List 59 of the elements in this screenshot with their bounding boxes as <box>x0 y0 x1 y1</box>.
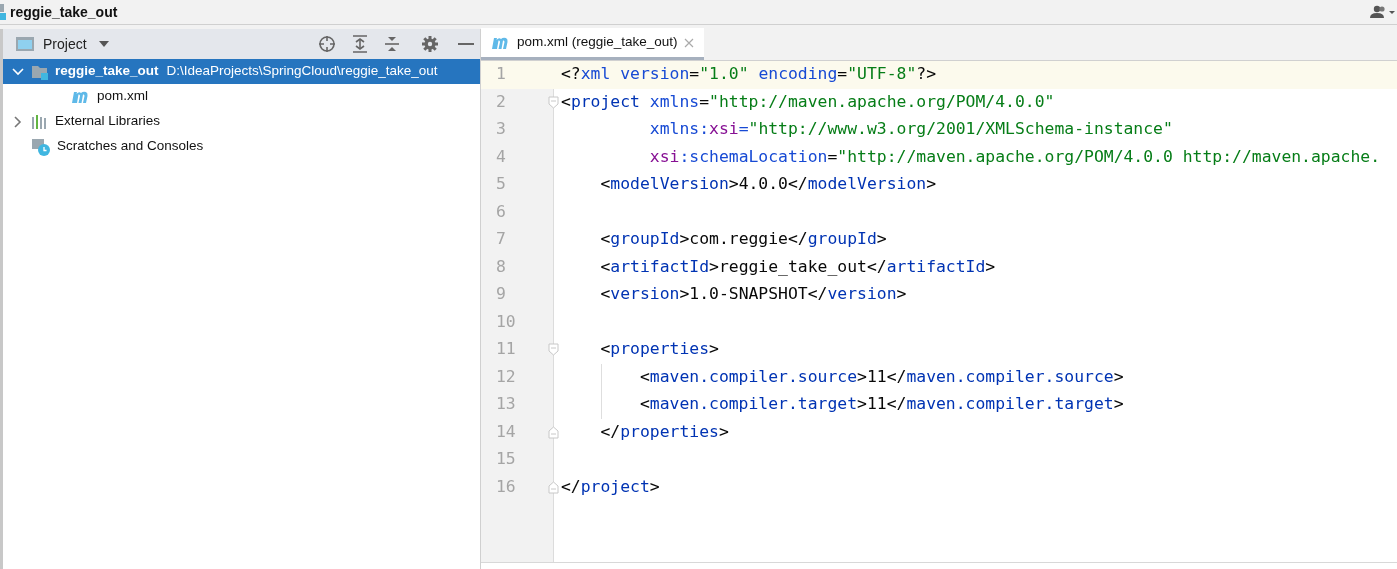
line-number: 16 <box>496 475 517 498</box>
minimize-icon[interactable] <box>458 42 474 46</box>
code-line: xmlns:xsi="http://www.w3.org/2001/XMLSchema-instance" <box>648 118 1173 141</box>
code-line: xsi:schemaLocation="http://maven.apache.org/POM/4.0.0 http://maven.apache. <box>648 145 1381 168</box>
line-number: 14 <box>496 420 517 443</box>
tree-item[interactable]: External Libraries <box>3 109 480 134</box>
line-number: 7 <box>496 228 507 251</box>
code-line: <maven.compiler.target>11</maven.compiler.target> <box>638 393 1124 416</box>
line-number: 10 <box>496 310 517 333</box>
collapse-all-icon[interactable] <box>384 35 400 53</box>
code-line: </properties> <box>599 420 729 443</box>
library-icon <box>31 113 49 130</box>
item-label: pom.xml <box>97 87 148 106</box>
fold-marker-icon[interactable] <box>548 425 559 439</box>
item-label: reggie_take_out <box>55 62 159 81</box>
code-line: <?xml version="1.0" encoding="UTF-8"?> <box>561 63 937 86</box>
code-line: <version>1.0-SNAPSHOT</version> <box>599 283 907 306</box>
chevron-right-icon[interactable] <box>14 115 22 128</box>
line-number: 4 <box>496 145 507 168</box>
line-number: 15 <box>496 448 517 471</box>
expand-all-icon[interactable] <box>352 35 368 53</box>
line-number: 1 <box>496 63 507 86</box>
project-view-dropdown[interactable]: Project <box>41 33 111 55</box>
line-number: 2 <box>496 90 507 113</box>
fold-marker-icon[interactable] <box>548 480 559 494</box>
code-line: <artifactId>reggie_take_out</artifactId> <box>599 255 996 278</box>
code-line: </project> <box>561 475 660 498</box>
tree-item[interactable]: pom.xml <box>3 84 480 109</box>
code-line: <modelVersion>4.0.0</modelVersion> <box>599 173 936 196</box>
chevron-down-icon[interactable] <box>12 67 24 76</box>
code-line: <groupId>com.reggie</groupId> <box>599 228 887 251</box>
window-title: reggie_take_out <box>10 2 118 22</box>
window-icon <box>15 36 35 52</box>
line-number: 9 <box>496 283 507 306</box>
tree-item[interactable]: Scratches and Consoles <box>3 134 480 159</box>
line-number: 3 <box>496 118 507 141</box>
line-number: 11 <box>496 338 517 361</box>
crosshair-icon[interactable] <box>318 35 336 53</box>
item-label: Scratches and Consoles <box>57 137 204 156</box>
code-line: <maven.compiler.source>11</maven.compiler.source> <box>638 365 1124 388</box>
line-number: 8 <box>496 255 507 278</box>
project-icon <box>0 4 6 20</box>
caret-icon <box>98 41 109 47</box>
line-number: 12 <box>496 365 517 388</box>
line-number: 5 <box>496 173 507 196</box>
line-number: 13 <box>496 393 517 416</box>
fold-marker-icon[interactable] <box>548 343 559 356</box>
item-path: D:\IdeaProjects\SpringCloud\reggie_take_out <box>166 62 438 81</box>
line-number: 6 <box>496 200 507 223</box>
code-line: <project xmlns="http://maven.apache.org/POM/4.0.0" <box>561 90 1055 113</box>
editor-tab[interactable]: pom.xml (reggie_take_out) <box>481 28 704 60</box>
user-dropdown-icon[interactable] <box>1368 5 1396 19</box>
tree-item[interactable]: reggie_take_out D:\IdeaProjects\SpringCloud\reggie_take_out <box>3 59 480 84</box>
code-line: <properties> <box>599 338 719 361</box>
settings-icon[interactable] <box>422 36 438 52</box>
item-label: External Libraries <box>55 112 161 131</box>
fold-marker-icon[interactable] <box>548 95 559 109</box>
console-clock-icon <box>31 137 51 156</box>
folder-icon <box>31 63 49 80</box>
